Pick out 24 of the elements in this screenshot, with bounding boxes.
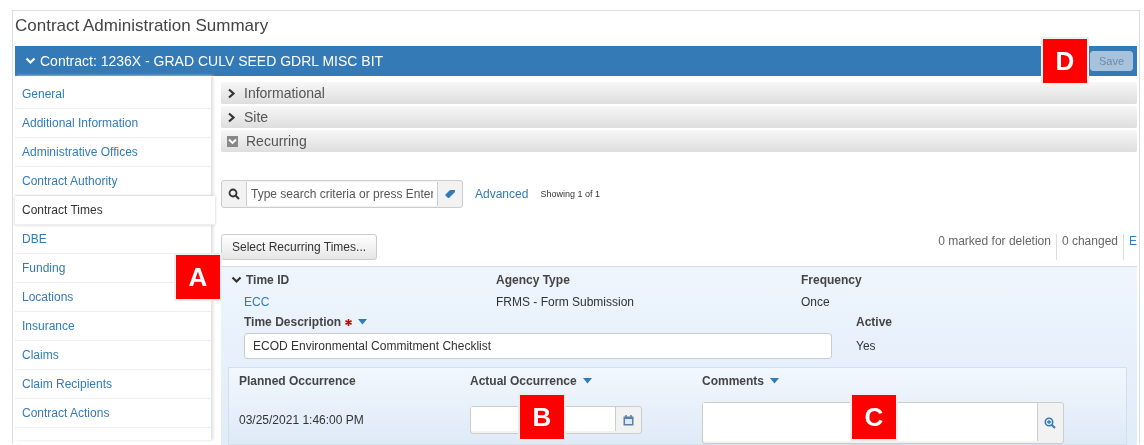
field-label: Time ID	[246, 273, 290, 287]
field-label: Agency Type	[496, 273, 571, 287]
result-count: Showing 1 of 1	[540, 189, 600, 199]
section-title: Informational	[244, 85, 325, 101]
section-title: Site	[244, 109, 269, 125]
contract-title: Contract: 1236X - GRAD CULV SEED GDRL MISC BIT	[40, 53, 384, 69]
field-label: Frequency	[801, 273, 863, 287]
field-value: Once	[801, 295, 831, 309]
callout-tooltip: D	[1041, 37, 1089, 85]
section-title: Recurring	[246, 133, 307, 149]
field-value: Yes	[856, 339, 877, 353]
status-text: 0 changed	[1056, 234, 1124, 260]
field-label: Time Description	[244, 315, 342, 329]
field-label: Active	[856, 315, 894, 329]
status-text: 0 marked for deletion	[933, 234, 1057, 260]
field-value: 03/25/2021 1:46:00 PM	[239, 413, 365, 427]
field-label: Comments	[702, 374, 764, 388]
field-value: FRMS - Form Submission	[496, 295, 636, 309]
field-label: Actual Occurrence	[470, 374, 577, 388]
page-title: Contract Administration Summary	[15, 15, 269, 37]
field-label: Planned Occurrence	[239, 374, 357, 388]
callout-tooltip: C	[850, 393, 898, 441]
callout-tooltip: B	[518, 393, 566, 441]
callout-tooltip: A	[174, 253, 222, 301]
